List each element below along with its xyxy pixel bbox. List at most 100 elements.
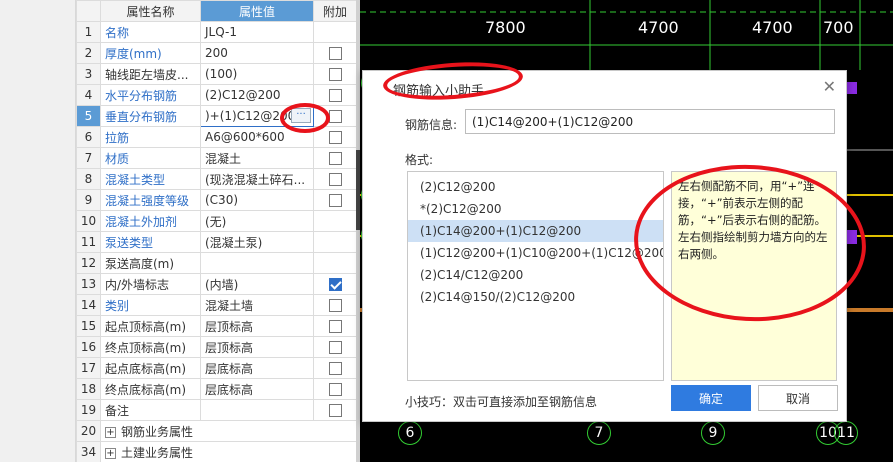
property-value-text: (现浇混凝土碎石... <box>205 172 306 187</box>
property-value[interactable]: (现浇混凝土碎石... <box>200 168 314 190</box>
axis-marker-6: 6 <box>398 421 422 445</box>
row-index: 18 <box>76 378 101 400</box>
format-item[interactable]: (2)C12@200 <box>408 176 663 198</box>
property-name: 类别 <box>100 294 201 316</box>
property-value[interactable]: (2)C12@200 <box>200 84 314 106</box>
format-item[interactable]: (2)C14@150/(2)C12@200 <box>408 286 663 308</box>
format-list[interactable]: (2)C12@200 *(2)C12@200 (1)C14@200+(1)C12@2… <box>407 171 664 381</box>
extra-checkbox[interactable] <box>328 110 342 123</box>
format-item[interactable]: (2)C14/C12@200 <box>408 264 663 286</box>
property-value[interactable]: (混凝土泵) <box>200 231 314 253</box>
row-index: 12 <box>76 252 101 274</box>
property-value[interactable]: 层底标高 <box>200 357 314 379</box>
property-value[interactable]: 层顶标高 <box>200 336 314 358</box>
property-row[interactable]: 2 厚度(mm) 200 <box>76 42 357 64</box>
property-row[interactable]: 20 + 钢筋业务属性 <box>76 420 357 442</box>
property-name: 混凝土类型 <box>100 168 201 190</box>
extra-cell <box>313 168 357 190</box>
property-value[interactable] <box>200 399 314 421</box>
property-row[interactable]: 19 备注 <box>76 399 357 421</box>
rebar-info-input[interactable] <box>465 109 835 134</box>
property-name: 材质 <box>100 147 201 169</box>
property-value[interactable]: (C30) <box>200 189 314 211</box>
format-label: 格式: <box>405 153 434 167</box>
row-index: 8 <box>76 168 101 190</box>
property-row[interactable]: 10 混凝土外加剂 (无) <box>76 210 357 232</box>
header-value[interactable]: 属性值 <box>200 0 314 22</box>
property-value-text: A6@600*600 <box>205 130 285 144</box>
property-value[interactable]: 层底标高 <box>200 378 314 400</box>
extra-checkbox[interactable] <box>328 320 342 333</box>
header-name[interactable]: 属性名称 <box>100 0 201 22</box>
property-row[interactable]: 15 起点顶标高(m) 层顶标高 <box>76 315 357 337</box>
row-index: 2 <box>76 42 101 64</box>
extra-cell <box>313 231 357 253</box>
extra-checkbox[interactable] <box>328 131 342 144</box>
expand-icon[interactable]: + <box>105 447 116 459</box>
extra-checkbox[interactable] <box>328 404 342 417</box>
property-value[interactable] <box>200 252 314 274</box>
cancel-button[interactable]: 取消 <box>758 385 838 411</box>
left-toolbar-strip <box>0 0 76 462</box>
property-name: 内/外墙标志 <box>100 273 201 295</box>
property-row[interactable]: 18 终点底标高(m) 层底标高 <box>76 378 357 400</box>
extra-checkbox[interactable] <box>328 299 342 312</box>
property-name: 起点顶标高(m) <box>100 315 201 337</box>
property-value-text: JLQ-1 <box>205 25 237 39</box>
property-grid: 属性名称 属性值 附加 1 名称 JLQ-1 2 厚度(mm) 200 3 轴线距左墙皮...… <box>76 0 357 462</box>
extra-checkbox[interactable] <box>328 362 342 375</box>
format-item[interactable]: *(2)C12@200 <box>408 198 663 220</box>
extra-checkbox[interactable] <box>328 68 342 81</box>
row-index: 10 <box>76 210 101 232</box>
property-row[interactable]: 13 内/外墙标志 (内墙) <box>76 273 357 295</box>
extra-cell <box>313 189 357 211</box>
property-value[interactable]: (内墙) <box>200 273 314 295</box>
property-value[interactable]: 200 <box>200 42 314 64</box>
property-row[interactable]: 16 终点顶标高(m) 层顶标高 <box>76 336 357 358</box>
property-row[interactable]: 8 混凝土类型 (现浇混凝土碎石... <box>76 168 357 190</box>
property-value[interactable]: JLQ-1 <box>200 21 314 43</box>
row-index: 7 <box>76 147 101 169</box>
format-item[interactable]: (1)C12@200+(1)C10@200+(1)C12@200 <box>408 242 663 264</box>
extra-checkbox[interactable] <box>328 341 342 354</box>
property-row[interactable]: 34 + 土建业务属性 <box>76 441 357 462</box>
extra-cell <box>313 378 357 400</box>
property-row[interactable]: 4 水平分布钢筋 (2)C12@200 <box>76 84 357 106</box>
extra-checkbox[interactable] <box>328 278 342 291</box>
property-row[interactable]: 14 类别 混凝土墙 <box>76 294 357 316</box>
property-row[interactable]: 17 起点底标高(m) 层底标高 <box>76 357 357 379</box>
extra-cell <box>313 147 357 169</box>
row-index: 13 <box>76 273 101 295</box>
property-name: 混凝土强度等级 <box>100 189 201 211</box>
extra-checkbox[interactable] <box>328 47 342 60</box>
property-value[interactable]: 层顶标高 <box>200 315 314 337</box>
property-value[interactable]: 混凝土墙 <box>200 294 314 316</box>
extra-checkbox[interactable] <box>328 152 342 165</box>
property-row[interactable]: 9 混凝土强度等级 (C30) <box>76 189 357 211</box>
property-row[interactable]: 11 泵送类型 (混凝土泵) <box>76 231 357 253</box>
extra-checkbox[interactable] <box>328 194 342 207</box>
property-row[interactable]: 12 泵送高度(m) <box>76 252 357 274</box>
row-index: 11 <box>76 231 101 253</box>
property-value-text: (2)C12@200 <box>205 88 281 102</box>
property-row[interactable]: 3 轴线距左墙皮... (100) <box>76 63 357 85</box>
expand-icon[interactable]: + <box>105 426 116 438</box>
extra-checkbox[interactable] <box>328 383 342 396</box>
property-value[interactable]: (无) <box>200 210 314 232</box>
extra-checkbox[interactable] <box>328 173 342 186</box>
header-extra[interactable]: 附加 <box>313 0 357 22</box>
format-item[interactable]: (1)C14@200+(1)C12@200 <box>408 220 663 242</box>
row-index: 1 <box>76 21 101 43</box>
property-name: 终点顶标高(m) <box>100 336 201 358</box>
property-value-text: 层底标高 <box>205 382 254 397</box>
property-name: + 土建业务属性 <box>100 441 357 462</box>
extra-cell <box>313 63 357 85</box>
property-row[interactable]: 1 名称 JLQ-1 <box>76 21 357 43</box>
ok-button[interactable]: 确定 <box>671 385 751 411</box>
row-index: 14 <box>76 294 101 316</box>
property-row[interactable]: 7 材质 混凝土 <box>76 147 357 169</box>
property-value[interactable]: 混凝土 <box>200 147 314 169</box>
extra-checkbox[interactable] <box>328 89 342 102</box>
close-icon[interactable]: ✕ <box>823 77 836 96</box>
property-value[interactable]: (100) <box>200 63 314 85</box>
